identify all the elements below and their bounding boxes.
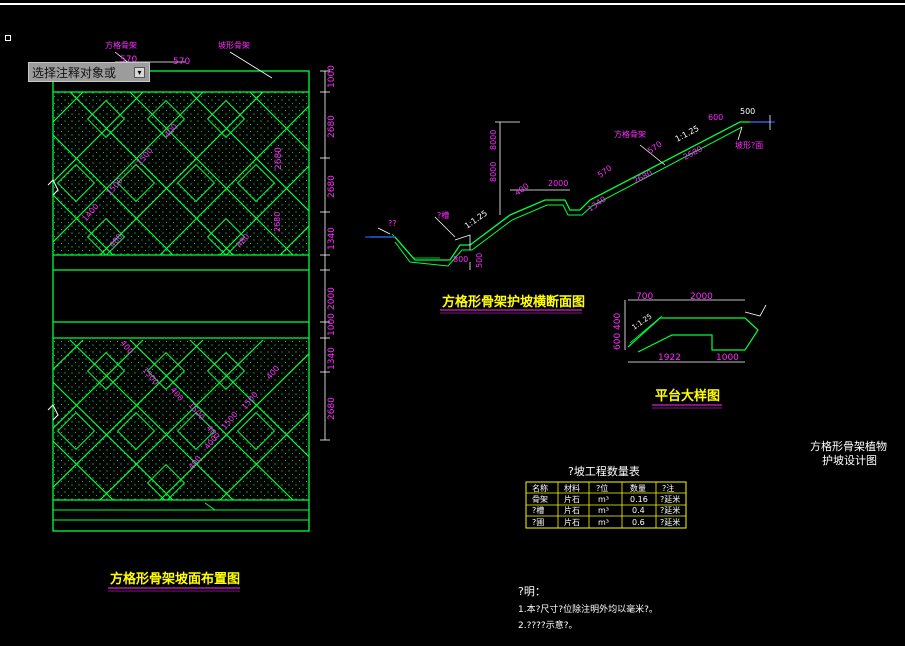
- section-dim-13: 1:1.25: [674, 124, 701, 144]
- table-cell: m³: [598, 518, 609, 527]
- table-header: ?注: [662, 483, 674, 493]
- dim-top-570b: 570: [173, 57, 190, 67]
- section-dim-11: 2680: [632, 168, 654, 186]
- plan-title: 方格形骨架坡面布置图: [110, 571, 240, 587]
- table-cell: ?圃: [532, 518, 544, 527]
- dim-right-1: 1000: [327, 65, 337, 88]
- platform-dim-5: 1:1.25: [631, 312, 654, 331]
- slope-layout-plan: [47, 51, 330, 532]
- note-line-1: 1.本?尺寸?位除注明外均以毫米?。: [518, 603, 658, 615]
- table-cell: 0.4: [632, 506, 645, 515]
- table-header: 数量: [630, 483, 646, 493]
- grip-marker[interactable]: [5, 35, 11, 41]
- section-label-2: ?槽: [437, 210, 449, 220]
- section-dim-9: 570: [646, 140, 664, 156]
- platform-dim-6: 1922: [658, 353, 681, 363]
- table-header: 材料: [564, 483, 580, 493]
- platform-title: 平台大样图: [655, 388, 720, 404]
- cad-drawing-canvas[interactable]: 方格骨架 坡形骨架 570 570 1000 2680 2680 2680 13…: [0, 0, 905, 646]
- table-cell: 片石: [564, 494, 580, 504]
- table-cell: ?延米: [660, 517, 680, 527]
- dim-right-6: 2000: [327, 287, 337, 310]
- dim-right-8: 1340: [327, 347, 337, 370]
- section-dim-5: 500: [475, 253, 484, 268]
- table-cell: m³: [598, 495, 609, 504]
- table-cell: ?延米: [660, 494, 680, 504]
- dim-right-5: 1340: [327, 227, 337, 250]
- table-cell: 0.6: [632, 518, 645, 527]
- dim-inner-5: 2680: [273, 212, 282, 232]
- platform-dim-1: 700: [636, 292, 653, 302]
- section-dim-10: 1340: [586, 195, 608, 214]
- table-cell: ?延米: [660, 505, 680, 515]
- table-cell: ?槽: [532, 505, 544, 515]
- table-cell: m³: [598, 506, 609, 515]
- command-prompt-tooltip[interactable]: 选择注释对象或 ▾: [28, 62, 150, 82]
- notes-title: ?明：: [518, 585, 546, 598]
- quantity-table-title: ?坡工程数量表: [568, 464, 640, 478]
- cross-section-drawing: [365, 115, 775, 270]
- section-dim-15: 500: [740, 107, 755, 116]
- quantity-table: 名称 材料 ?位 数量 ?注 骨架 片石 m³ 0.16 ?延米 ?槽 片石 m…: [525, 481, 687, 529]
- section-dim-4: 800: [453, 255, 468, 264]
- section-dim-8: 570: [596, 164, 614, 180]
- table-cell: 0.16: [630, 495, 648, 504]
- section-dim-12: 2680: [682, 144, 704, 162]
- section-label-4: 坡形?面: [735, 140, 763, 150]
- platform-dim-2: 2000: [690, 292, 713, 302]
- label-grid-frame: 方格骨架: [105, 40, 137, 50]
- section-label-3: 方格骨架: [614, 129, 646, 139]
- dim-right-2: 2680: [327, 115, 337, 138]
- section-dim-14: 600: [708, 113, 723, 122]
- dim-right-7: 1000: [327, 313, 337, 336]
- prompt-text: 选择注释对象或: [32, 65, 117, 80]
- section-dim-3: 1:1.25: [463, 209, 489, 231]
- drawing-title-line1: 方格形骨架植物: [810, 439, 887, 453]
- dim-right-4: 2680: [274, 147, 284, 170]
- platform-dim-3: 400: [613, 313, 623, 330]
- dim-right-9: 2680: [327, 397, 337, 420]
- table-header: ?位: [596, 483, 608, 493]
- section-dim-7: 2000: [548, 179, 568, 188]
- section-dim-2: 8000: [489, 130, 498, 150]
- table-header: 名称: [532, 483, 548, 493]
- section-dim-6: 400: [513, 182, 531, 198]
- menu-arrow-icon[interactable]: ▾: [134, 67, 145, 78]
- table-cell: 片石: [564, 517, 580, 527]
- section-dim-1: 8000: [489, 162, 498, 182]
- note-line-2: 2.????示意?。: [518, 619, 577, 631]
- platform-dim-7: 1000: [716, 353, 739, 363]
- table-cell: 片石: [564, 505, 580, 515]
- dim-right-3: 2680: [327, 175, 337, 198]
- platform-detail-drawing: [624, 299, 767, 363]
- drawing-title-line2: 护坡设计图: [822, 453, 877, 467]
- section-label-1: ??: [388, 219, 397, 228]
- label-slope-frame: 坡形骨架: [218, 40, 250, 50]
- table-cell: 骨架: [532, 495, 548, 504]
- section-title: 方格形骨架护坡横断面图: [442, 294, 585, 310]
- platform-dim-4: 600: [613, 333, 623, 350]
